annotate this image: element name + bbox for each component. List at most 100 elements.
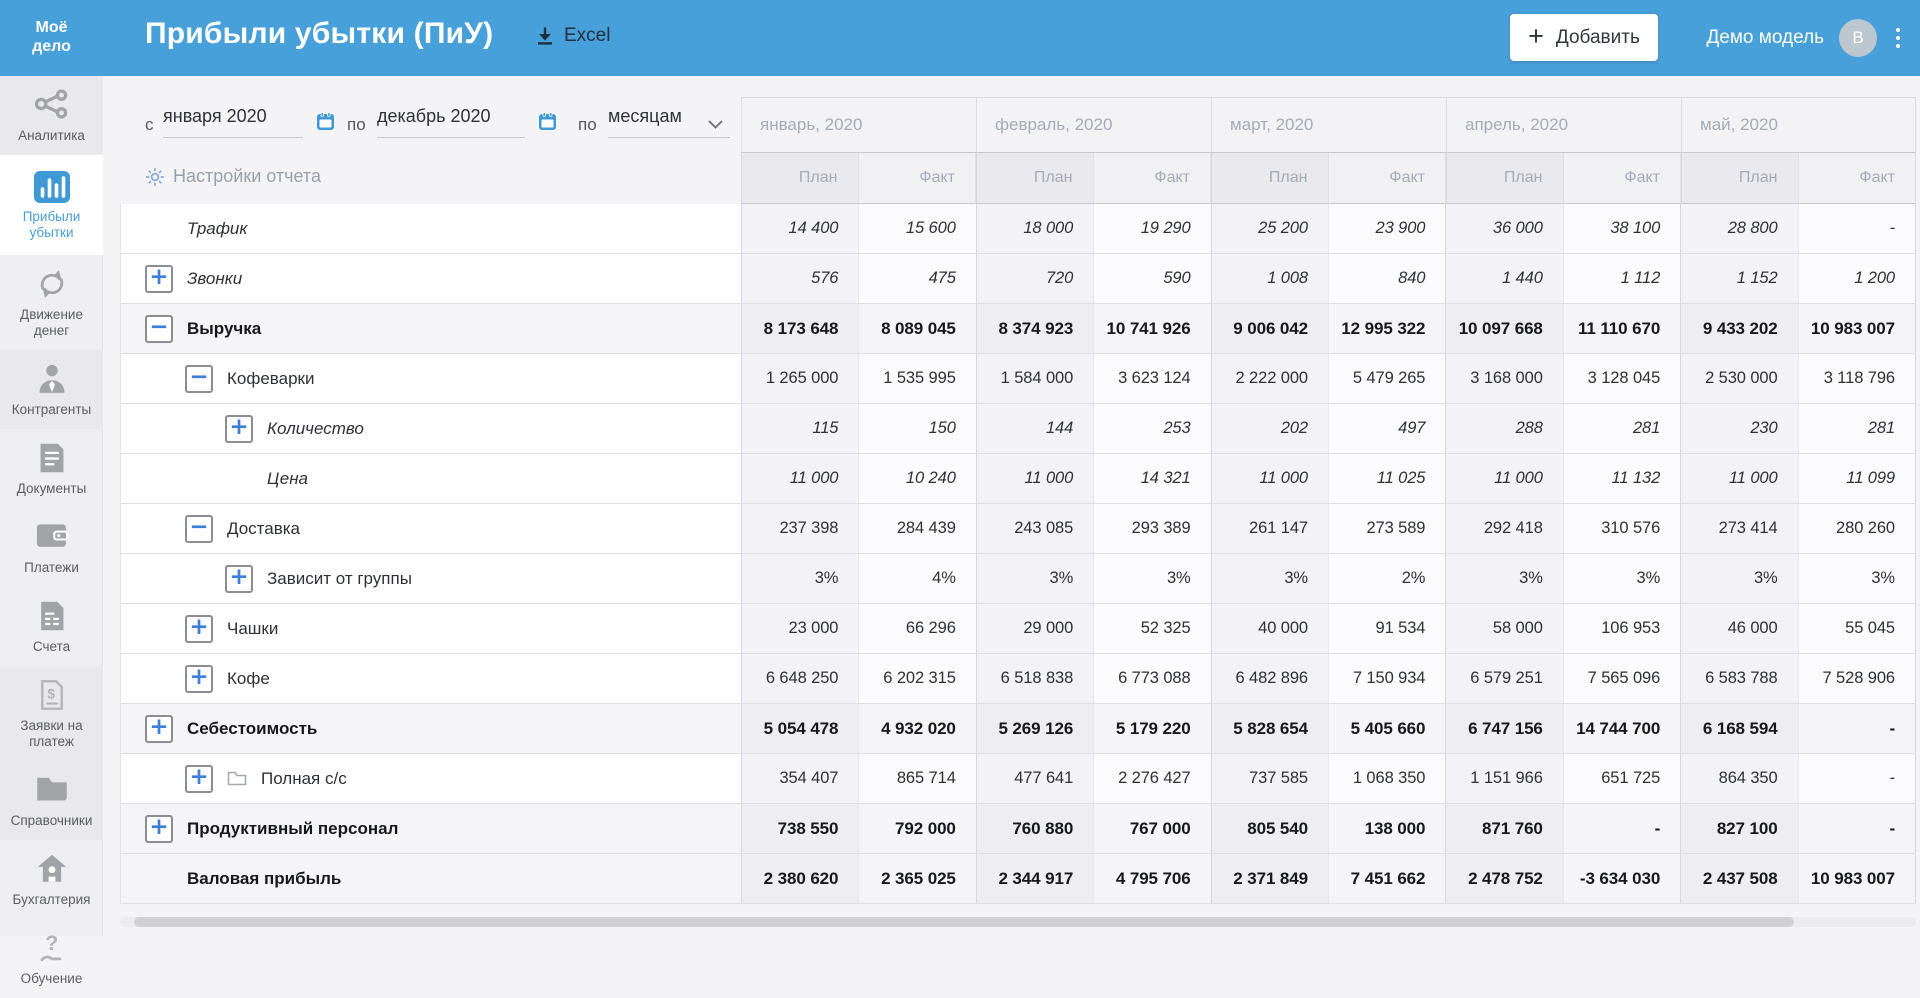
value-cell-plan: 6 168 594 — [1681, 704, 1799, 753]
value-cell-fact: 11 025 — [1329, 454, 1447, 503]
date-to-input[interactable]: декабрь 2020 — [377, 106, 525, 138]
value-cell-plan: 3% — [976, 554, 1095, 603]
value-cell-plan: 237 398 — [742, 504, 860, 553]
value-cell-plan: 9 006 042 — [1211, 304, 1329, 353]
value-cell-plan: 40 000 — [1211, 604, 1329, 653]
value-cell-fact: 3 128 045 — [1563, 354, 1682, 403]
value-cell-fact: 55 045 — [1798, 604, 1916, 653]
value-cell-fact: 5 479 265 — [1329, 354, 1447, 403]
value-cell-plan: 144 — [976, 404, 1095, 453]
value-cell-plan: 5 054 478 — [742, 704, 860, 753]
logo-line2: дело — [32, 38, 71, 55]
value-cell-plan: 6 579 251 — [1446, 654, 1564, 703]
value-cell-fact: 497 — [1329, 404, 1447, 453]
sidebar-item-documents[interactable]: Документы — [0, 429, 103, 508]
value-cell-plan: 2 380 620 — [742, 854, 860, 903]
row-label: Себестоимость — [187, 718, 318, 738]
date-from-input[interactable]: января 2020 — [163, 106, 303, 138]
value-cell-fact: 590 — [1094, 254, 1212, 303]
expand-button[interactable]: + — [185, 614, 213, 643]
value-cell-plan: 1 440 — [1446, 254, 1564, 303]
sidebar-item-invoice[interactable]: Счета — [0, 587, 103, 666]
collapse-button[interactable]: − — [185, 514, 213, 543]
sidebar-item-education[interactable]: ? Обучение — [0, 919, 103, 998]
folder-icon — [3, 774, 100, 808]
value-cell-fact: 106 953 — [1563, 604, 1682, 653]
value-cell-plan: 576 — [742, 254, 860, 303]
value-cell-fact: 2 276 427 — [1094, 754, 1212, 803]
sidebar-item-label: Контрагенты — [11, 402, 92, 417]
value-cell-fact: 52 325 — [1094, 604, 1212, 653]
expand-button[interactable]: + — [185, 664, 213, 693]
value-cell-fact: 281 — [1798, 404, 1916, 453]
calendar-icon-from[interactable] — [316, 112, 335, 131]
collapse-button[interactable]: − — [185, 364, 213, 393]
expand-button[interactable]: + — [225, 414, 253, 443]
expand-button[interactable]: + — [145, 714, 173, 743]
analytics-icon — [3, 89, 100, 123]
value-cell-fact: 4 932 020 — [859, 704, 977, 753]
value-cell-fact: 3 118 796 — [1798, 354, 1916, 403]
collapse-button[interactable]: − — [145, 314, 173, 343]
sidebar-item-analytics[interactable]: Аналитика — [0, 76, 103, 155]
svg-text:?: ? — [45, 932, 58, 955]
sidebar-item-label: Бухгалтерия — [12, 892, 91, 907]
period-label: по — [578, 115, 597, 134]
row-label-cell: + Кофе — [121, 654, 742, 703]
value-cell-fact: 10 983 007 — [1798, 304, 1916, 353]
excel-export-button[interactable]: Excel — [535, 25, 610, 47]
sidebar-item-folder[interactable]: Справочники — [0, 761, 103, 840]
sidebar-item-label: Счета — [32, 639, 71, 654]
expand-button[interactable]: + — [225, 564, 253, 593]
sidebar-item-counterparty[interactable]: Контрагенты — [0, 350, 103, 429]
account-area: Демо модель В — [1706, 0, 1904, 76]
value-cell-plan: 477 641 — [976, 754, 1095, 803]
subheader-cell-fact: Факт — [1798, 153, 1916, 204]
horizontal-scrollbar-thumb[interactable] — [134, 917, 1794, 927]
expand-button[interactable]: + — [145, 264, 173, 293]
value-cell-fact: 280 260 — [1798, 504, 1916, 553]
value-cell-plan: 18 000 — [976, 204, 1095, 253]
value-cell-fact: 4 795 706 — [1094, 854, 1212, 903]
sidebar-item-money-flow[interactable]: Движение денег — [0, 255, 103, 350]
subheader-cell-plan: План — [741, 153, 859, 204]
kebab-menu-icon[interactable] — [1892, 22, 1904, 54]
value-cell-plan: 1 265 000 — [742, 354, 860, 403]
sidebar-item-accounting[interactable]: Бухгалтерия — [0, 840, 103, 919]
value-cell-plan: 760 880 — [976, 804, 1095, 853]
value-cell-fact: 2 365 025 — [859, 854, 977, 903]
app-logo[interactable]: Моё дело — [0, 18, 103, 56]
expand-button[interactable]: + — [185, 764, 213, 793]
subheader-cell-plan: План — [1211, 153, 1329, 204]
sidebar-item-payment-request[interactable]: $ Заявки на платеж — [0, 666, 103, 761]
value-cell-fact: 23 900 — [1329, 204, 1447, 253]
row-label-cell: Валовая прибыль — [121, 854, 742, 903]
report-settings-button[interactable]: Настройки отчета — [145, 166, 321, 187]
sidebar-item-wallet[interactable]: Платежи — [0, 508, 103, 587]
value-cell-plan: 1 008 — [1211, 254, 1329, 303]
value-cell-fact: - — [1563, 804, 1682, 853]
avatar[interactable]: В — [1839, 19, 1877, 57]
value-cell-fact: 91 534 — [1329, 604, 1447, 653]
value-cell-plan: 11 000 — [1211, 454, 1329, 503]
account-name[interactable]: Демо модель — [1706, 27, 1824, 49]
row-label-cell: + Звонки — [121, 254, 742, 303]
plan-fact-header-row: План Факт План Факт План Факт План Факт План Факт — [741, 153, 1916, 204]
value-cell-fact: 273 589 — [1329, 504, 1447, 553]
row-label-cell: + Продуктивный персонал — [121, 804, 742, 853]
chevron-down-icon[interactable] — [708, 120, 723, 129]
value-cell-plan: 1 584 000 — [976, 354, 1095, 403]
add-button[interactable]: + Добавить — [1510, 14, 1658, 61]
value-cell-fact: 5 405 660 — [1329, 704, 1447, 753]
month-header-cell: февраль, 2020 — [976, 97, 1211, 153]
value-cell-plan: 11 000 — [742, 454, 860, 503]
value-cell-fact: 293 389 — [1094, 504, 1212, 553]
value-cell-plan: 8 374 923 — [976, 304, 1095, 353]
calendar-icon-to[interactable] — [538, 112, 557, 131]
sidebar-item-bar-chart[interactable]: Прибыли убытки — [0, 155, 103, 255]
value-cell-plan: 14 400 — [742, 204, 860, 253]
value-cell-plan: 46 000 — [1681, 604, 1799, 653]
bar-chart-icon — [3, 170, 100, 204]
expand-button[interactable]: + — [145, 814, 173, 843]
excel-label: Excel — [564, 25, 611, 46]
